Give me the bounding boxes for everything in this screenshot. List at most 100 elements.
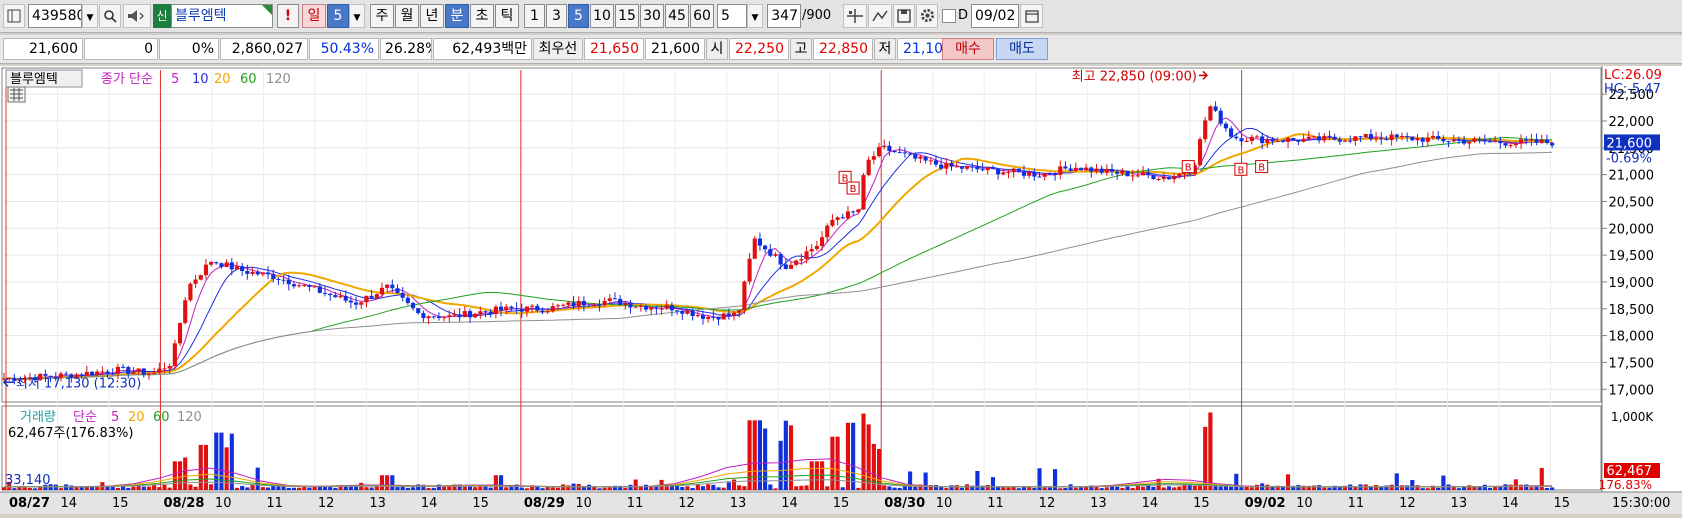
volume-bar [410, 487, 416, 490]
stock-code-input[interactable]: 439580 [28, 4, 82, 28]
interval-button-45[interactable]: 45 [665, 4, 689, 28]
volume-bar [887, 486, 892, 490]
interval-button-30[interactable]: 30 [640, 4, 664, 28]
time-axis-label: 13 [1451, 496, 1468, 511]
period-month-button[interactable]: 월 [395, 4, 419, 28]
buy-signal-label: B [1185, 163, 1192, 174]
open-price: 22,250 [729, 38, 789, 60]
date-checkbox[interactable] [942, 9, 956, 23]
period-tick-button[interactable]: 틱 [495, 4, 519, 28]
interval-button-5[interactable]: 5 [568, 4, 589, 28]
volume-bar [1550, 487, 1555, 490]
volume-bar [115, 487, 120, 490]
chart-area[interactable]: 22,50022,00021,50021,00020,50020,00019,5… [0, 66, 1682, 514]
calendar-button[interactable] [1020, 4, 1043, 28]
alert-button[interactable]: ! [277, 4, 299, 28]
volume-bar [369, 487, 374, 490]
candle-body [1249, 136, 1254, 142]
count-dropdown-button[interactable]: ▼ [747, 4, 763, 28]
candle-body [1379, 138, 1384, 140]
layout-icon-glyph [7, 9, 21, 23]
period-second-button[interactable]: 초 [470, 4, 494, 28]
candle-body [882, 145, 887, 148]
candle-body [172, 343, 177, 367]
candle-body [328, 293, 333, 296]
volume-bar [778, 440, 783, 490]
display-count-input[interactable]: 347 [767, 4, 801, 28]
interval-button-60[interactable]: 60 [690, 4, 714, 28]
candle-body [64, 373, 69, 375]
candle-body [286, 279, 291, 285]
stock-name-field[interactable]: 블루엠텍 [171, 4, 273, 28]
sound-button[interactable] [123, 4, 151, 28]
candle-body [1218, 110, 1223, 124]
period-minute-button[interactable]: 분 [445, 4, 469, 28]
period-day-button[interactable]: 일 [302, 4, 326, 28]
candle-body [131, 371, 136, 374]
sell-button[interactable]: 매도 [996, 38, 1048, 60]
count-select[interactable]: 5 [717, 4, 747, 28]
market-badge: 신 [153, 4, 171, 28]
date-input[interactable]: 09/02 [971, 4, 1019, 28]
period-day-count[interactable]: 5 [327, 4, 349, 28]
volume-bar [633, 479, 638, 490]
interval-button-1[interactable]: 1 [524, 4, 545, 28]
buy-signal-label: B [850, 184, 857, 195]
volume-bar [1477, 486, 1482, 490]
volume-bar [695, 484, 700, 490]
candle-body [1311, 136, 1317, 138]
volume-bar [561, 484, 566, 490]
candle-body [514, 308, 519, 310]
period-year-button[interactable]: 년 [420, 4, 444, 28]
period-dropdown-button[interactable]: ▼ [349, 4, 365, 28]
volume-bar [1456, 488, 1461, 490]
candle-body [302, 284, 307, 286]
current-volume-pct: 176.83% [1599, 478, 1652, 492]
buy-button[interactable]: 매수 [942, 38, 994, 60]
volume-bar [1244, 486, 1249, 490]
trade-amount: 62,493백만 [433, 38, 532, 60]
volume-bar [1467, 485, 1472, 490]
volume-bar [737, 485, 742, 490]
settings-button[interactable] [916, 4, 938, 28]
code-dropdown-button[interactable]: ▼ [82, 4, 98, 28]
candle-body [255, 271, 260, 275]
volume-bar [209, 484, 214, 490]
volume-bar [1503, 484, 1508, 490]
volume-bar [519, 487, 524, 490]
volume-bar [757, 420, 763, 490]
line-tool-button[interactable] [868, 4, 892, 28]
candle-body [566, 302, 571, 305]
candle-body [1053, 173, 1058, 175]
candle-body [856, 209, 861, 213]
interval-button-3[interactable]: 3 [546, 4, 567, 28]
volume-bar [234, 487, 240, 490]
volume-bar [431, 487, 436, 490]
volume-bar [89, 487, 95, 490]
save-button[interactable] [893, 4, 915, 28]
current-change-label: -0.69% [1606, 151, 1652, 166]
volume-bar [509, 486, 514, 490]
candle-body [405, 297, 410, 303]
volume-bar [1006, 487, 1011, 490]
volume-bar [1285, 474, 1291, 490]
crosshair-tool-button[interactable] [843, 4, 867, 28]
candle-body [1037, 176, 1042, 178]
candle-body [219, 263, 224, 268]
search-button[interactable] [99, 4, 121, 28]
candle-body [1462, 140, 1467, 144]
period-week-button[interactable]: 주 [370, 4, 394, 28]
candle-body [1332, 136, 1337, 140]
volume-bar [1265, 484, 1270, 490]
chart-canvas[interactable]: 22,50022,00021,50021,00020,50020,00019,5… [0, 66, 1682, 514]
volume-bar [773, 488, 778, 490]
volume-bar [483, 486, 488, 490]
time-axis-label: 10 [215, 496, 232, 511]
layout-icon[interactable] [3, 4, 25, 28]
candle-body [467, 311, 473, 318]
interval-button-10[interactable]: 10 [590, 4, 614, 28]
volume-legend-name: 거래량 [20, 410, 56, 425]
candle-body [1301, 138, 1306, 142]
candle-body [1239, 138, 1244, 142]
interval-button-15[interactable]: 15 [615, 4, 639, 28]
